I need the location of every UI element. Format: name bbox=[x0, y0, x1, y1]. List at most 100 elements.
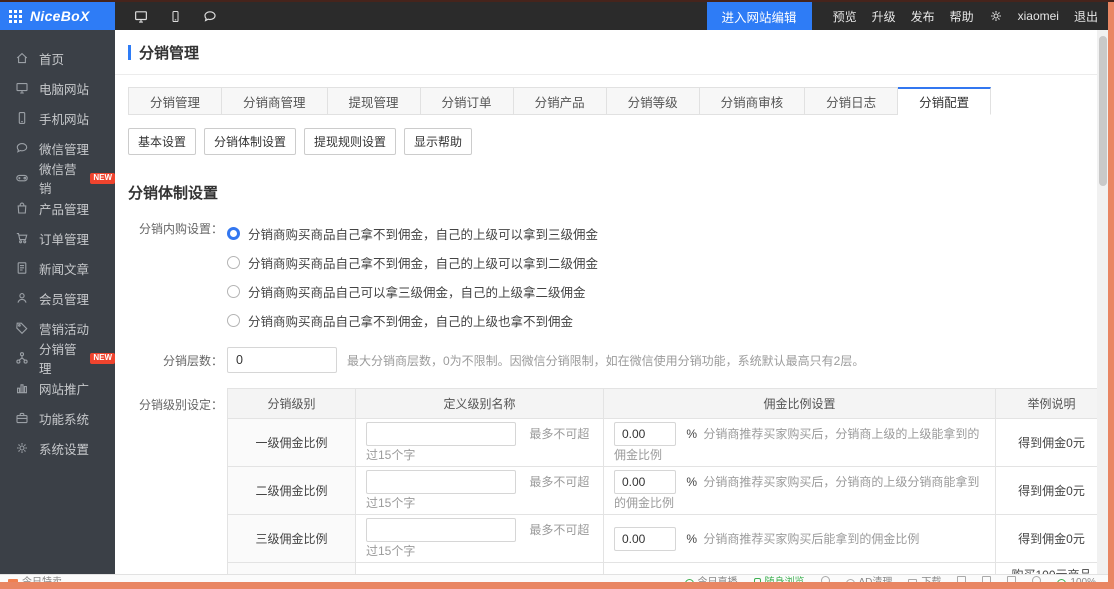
sidebar-item-label: 网站推广 bbox=[39, 379, 89, 398]
sidebar-item-home[interactable]: 首页 bbox=[0, 43, 115, 73]
tab-distribution-orders[interactable]: 分销订单 bbox=[421, 87, 514, 115]
new-badge: NEW bbox=[90, 353, 115, 364]
sidebar-item-members[interactable]: 会员管理 bbox=[0, 283, 115, 313]
preview-link[interactable]: 预览 bbox=[833, 8, 857, 25]
sidebar-item-mobile-site[interactable]: 手机网站 bbox=[0, 103, 115, 133]
tab-distribution-logs[interactable]: 分销日志 bbox=[805, 87, 898, 115]
browser-status-items: 今日特卖 今日直播 随身浏览 AD清理 下载 bbox=[0, 575, 1108, 582]
scrollbar-thumb[interactable] bbox=[1099, 36, 1107, 186]
sidebar-item-wechat-marketing[interactable]: 微信营销 NEW bbox=[0, 163, 115, 193]
desktop-site-icon[interactable] bbox=[133, 9, 149, 24]
username-label[interactable]: xiaomei bbox=[1018, 9, 1059, 23]
radio-option-3[interactable]: 分销商购买商品自己可以拿三级佣金，自己的上级拿二级佣金 bbox=[227, 277, 598, 306]
subtab-system-settings[interactable]: 分销体制设置 bbox=[204, 128, 296, 155]
app-logo[interactable]: NiceBoX bbox=[0, 2, 115, 30]
level-2-name-cell: 最多不可超过15个字 bbox=[356, 467, 604, 515]
logout-link[interactable]: 退出 bbox=[1074, 8, 1098, 25]
cart-icon bbox=[15, 231, 29, 245]
level-1-example: 得到佣金0元 bbox=[996, 419, 1098, 467]
mobile-site-icon[interactable] bbox=[169, 9, 182, 24]
level-1-label: 一级佣金比例 bbox=[228, 419, 356, 467]
level-3-ratio-input[interactable] bbox=[614, 527, 676, 551]
level-3-ratio-desc: 分销商推荐买家购买后能拿到的佣金比例 bbox=[703, 532, 919, 546]
percent-sign: % bbox=[686, 427, 697, 441]
levels-input[interactable] bbox=[227, 347, 337, 373]
level-1-ratio-input[interactable] bbox=[614, 422, 676, 446]
sidebar-item-label: 新闻文章 bbox=[39, 259, 89, 278]
level-2-ratio-cell: % 分销商推荐买家购买后，分销商的上级分销商能拿到的佣金比例 bbox=[604, 467, 996, 515]
phone-icon bbox=[15, 111, 29, 125]
home-icon bbox=[15, 51, 29, 65]
page-title-row: 分销管理 bbox=[115, 30, 1097, 75]
tab-distribution-products[interactable]: 分销产品 bbox=[514, 87, 607, 115]
upgrade-link[interactable]: 升级 bbox=[872, 8, 896, 25]
sidebar-item-label: 订单管理 bbox=[39, 229, 89, 248]
subtab-withdraw-rules[interactable]: 提现规则设置 bbox=[304, 128, 396, 155]
chat-icon[interactable] bbox=[202, 9, 218, 24]
level-3-label: 三级佣金比例 bbox=[228, 515, 356, 563]
sidebar-item-orders[interactable]: 订单管理 bbox=[0, 223, 115, 253]
radio-option-2[interactable]: 分销商购买商品自己拿不到佣金，自己的上级可以拿到二级佣金 bbox=[227, 248, 598, 277]
tab-distribution-grades[interactable]: 分销等级 bbox=[607, 87, 700, 115]
level-3-name-input[interactable] bbox=[366, 518, 516, 542]
vertical-scrollbar[interactable] bbox=[1097, 30, 1108, 582]
enter-site-edit-button[interactable]: 进入网站编辑 bbox=[707, 2, 812, 30]
radio-option-4[interactable]: 分销商购买商品自己拿不到佣金，自己的上级也拿不到佣金 bbox=[227, 306, 598, 335]
radio-option-label: 分销商购买商品自己拿不到佣金，自己的上级可以拿到三级佣金 bbox=[248, 224, 598, 243]
radio-selected-icon[interactable] bbox=[227, 227, 240, 240]
grade-table: 分销级别 定义级别名称 佣金比例设置 举例说明 一级佣金比例 最多不可超过15个… bbox=[227, 388, 1097, 575]
percent-sign: % bbox=[686, 532, 697, 546]
org-tree-icon bbox=[15, 351, 29, 365]
sidebar-item-pc-site[interactable]: 电脑网站 bbox=[0, 73, 115, 103]
main-content: 分销管理 分销管理 分销商管理 提现管理 分销订单 分销产品 分销等级 分销商审… bbox=[115, 30, 1097, 575]
tab-bar: 分销管理 分销商管理 提现管理 分销订单 分销产品 分销等级 分销商审核 分销日… bbox=[128, 87, 1097, 115]
topbar: NiceBoX 进入网站编辑 预览 升级 发布 帮助 xiaomei 退出 bbox=[0, 2, 1108, 30]
tab-distributor-review[interactable]: 分销商审核 bbox=[700, 87, 806, 115]
sidebar-item-label: 电脑网站 bbox=[39, 79, 89, 98]
level-1-name-input[interactable] bbox=[366, 422, 516, 446]
sidebar-item-functions[interactable]: 功能系统 bbox=[0, 403, 115, 433]
tab-distribution-admin[interactable]: 分销管理 bbox=[128, 87, 222, 115]
table-row: 二级佣金比例 最多不可超过15个字 % 分销商推荐买家购买后，分销商的上级分销商… bbox=[228, 467, 1098, 515]
radio-unselected-icon[interactable] bbox=[227, 285, 240, 298]
title-accent-bar bbox=[128, 45, 131, 60]
bag-icon bbox=[15, 201, 29, 215]
topbar-right: 进入网站编辑 预览 升级 发布 帮助 xiaomei 退出 bbox=[707, 2, 1108, 30]
sidebar-item-system-settings[interactable]: 系统设置 bbox=[0, 433, 115, 463]
section-heading-system: 分销体制设置 bbox=[128, 182, 1097, 203]
grade-table-wrap: 分销级别 定义级别名称 佣金比例设置 举例说明 一级佣金比例 最多不可超过15个… bbox=[227, 388, 1097, 575]
monitor-icon bbox=[15, 81, 29, 95]
subtab-basic-settings[interactable]: 基本设置 bbox=[128, 128, 196, 155]
sidebar-item-promotion[interactable]: 网站推广 bbox=[0, 373, 115, 403]
tab-withdraw-admin[interactable]: 提现管理 bbox=[328, 87, 421, 115]
level-3-ratio-cell: % 分销商推荐买家购买后能拿到的佣金比例 bbox=[604, 515, 996, 563]
radio-unselected-icon[interactable] bbox=[227, 314, 240, 327]
help-link[interactable]: 帮助 bbox=[950, 8, 974, 25]
sidebar-item-distribution[interactable]: 分销管理 NEW bbox=[0, 343, 115, 373]
subtab-bar: 基本设置 分销体制设置 提现规则设置 显示帮助 bbox=[128, 128, 1097, 155]
tab-distributor-admin[interactable]: 分销商管理 bbox=[222, 87, 328, 115]
sidebar-item-products[interactable]: 产品管理 bbox=[0, 193, 115, 223]
level-2-label: 二级佣金比例 bbox=[228, 467, 356, 515]
sidebar-item-label: 首页 bbox=[39, 49, 64, 68]
tab-distribution-config[interactable]: 分销配置 bbox=[898, 87, 991, 115]
sidebar-item-news[interactable]: 新闻文章 bbox=[0, 253, 115, 283]
bar-chart-icon bbox=[15, 381, 29, 395]
subtab-show-help[interactable]: 显示帮助 bbox=[404, 128, 472, 155]
level-2-example: 得到佣金0元 bbox=[996, 467, 1098, 515]
settings-gear-icon[interactable] bbox=[989, 9, 1003, 23]
percent-sign: % bbox=[686, 475, 697, 489]
level-2-name-input[interactable] bbox=[366, 470, 516, 494]
grid-menu-icon[interactable] bbox=[9, 10, 22, 23]
sidebar-item-label: 营销活动 bbox=[39, 319, 89, 338]
level-2-ratio-input[interactable] bbox=[614, 470, 676, 494]
user-icon bbox=[15, 291, 29, 305]
level-1-name-cell: 最多不可超过15个字 bbox=[356, 419, 604, 467]
levels-hint: 最大分销商层数，0为不限制。因微信分销限制，如在微信使用分销功能，系统默认最高只… bbox=[347, 352, 864, 369]
sidebar-item-label: 分销管理 bbox=[39, 339, 85, 377]
publish-link[interactable]: 发布 bbox=[911, 8, 935, 25]
radio-group: 分销商购买商品自己拿不到佣金，自己的上级可以拿到三级佣金 分销商购买商品自己拿不… bbox=[227, 219, 598, 335]
radio-unselected-icon[interactable] bbox=[227, 256, 240, 269]
radio-option-1[interactable]: 分销商购买商品自己拿不到佣金，自己的上级可以拿到三级佣金 bbox=[227, 219, 598, 248]
grade-setting-row: 分销级别设定： 分销级别 定义级别名称 佣金比例设置 举例说明 一级佣金比例 bbox=[128, 388, 1097, 575]
